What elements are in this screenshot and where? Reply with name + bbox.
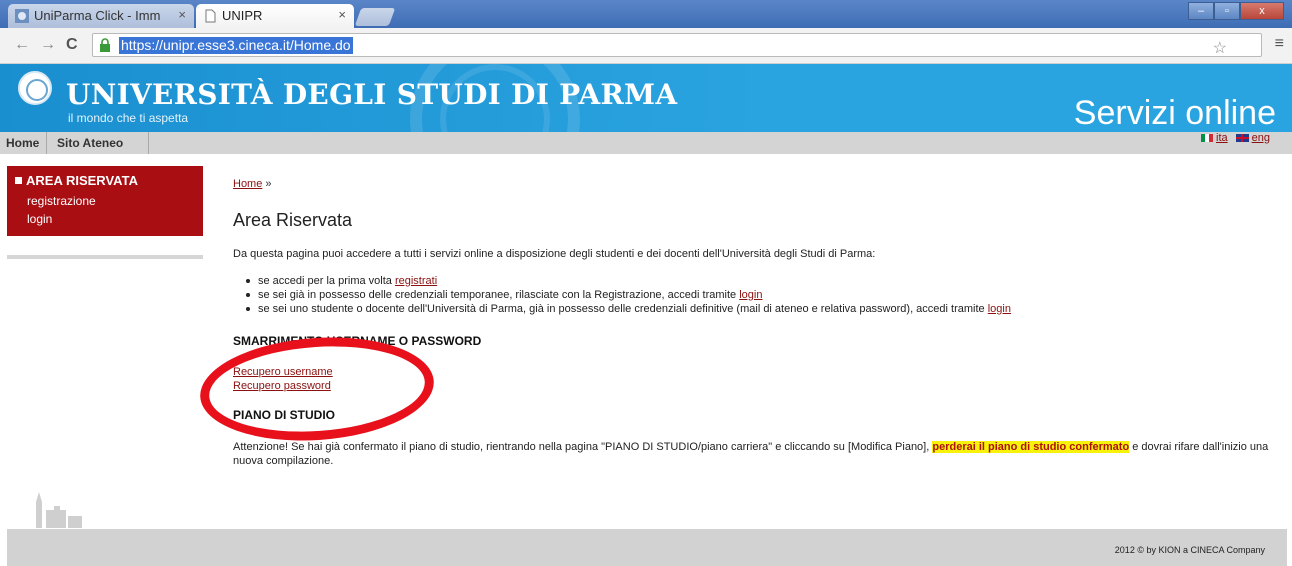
list-item: se sei uno studente o docente dell'Unive… xyxy=(246,303,1011,315)
menu-icon[interactable]: ≡ xyxy=(1275,35,1284,53)
services-title: Servizi online xyxy=(1073,94,1276,132)
back-arrow-icon[interactable]: ← xyxy=(14,36,30,54)
list-item: se sei già in possesso delle credenziali… xyxy=(246,288,1011,302)
city-skyline-icon xyxy=(36,492,82,528)
sidebar-reserved-area: AREA RISERVATA registrazione login xyxy=(7,166,203,236)
page-icon xyxy=(205,9,216,23)
uniparma-favicon-icon xyxy=(15,9,29,23)
close-window-button[interactable]: x xyxy=(1240,2,1284,20)
highlighted-warning: perderai il piano di studio confermato xyxy=(932,441,1130,453)
university-seal-logo[interactable] xyxy=(18,71,52,105)
browser-tab-bar: UniParma Click - Imm × UNIPR × – ▫ x xyxy=(0,0,1292,28)
page-footer: 2012 © by KION a CINECA Company xyxy=(7,529,1287,566)
intro-text: Da questa pagina puoi accedere a tutti i… xyxy=(233,248,876,260)
login-link[interactable]: login xyxy=(739,289,762,301)
breadcrumb: Home » xyxy=(233,178,272,190)
browser-toolbar: ← → C https://unipr.esse3.cineca.it/Home… xyxy=(0,28,1292,64)
square-bullet-icon xyxy=(15,177,22,184)
breadcrumb-separator: » xyxy=(265,178,272,190)
minimize-button[interactable]: – xyxy=(1188,2,1214,20)
nav-sito-ateneo[interactable]: Sito Ateneo xyxy=(57,136,123,150)
study-plan-warning: Attenzione! Se hai già confermato il pia… xyxy=(233,441,1269,467)
tagline: il mondo che ti aspetta xyxy=(68,111,189,125)
language-selector: ita eng xyxy=(1201,132,1270,144)
registrati-link[interactable]: registrati xyxy=(395,275,437,287)
nav-divider xyxy=(46,132,47,154)
sidebar-divider xyxy=(7,255,203,259)
university-name[interactable]: UNIVERSITÀ DEGLI STUDI DI PARMA xyxy=(66,78,677,111)
tab-title: UniParma Click - Imm xyxy=(34,8,161,23)
address-bar[interactable]: https://unipr.esse3.cineca.it/Home.do ☆ xyxy=(92,33,1262,57)
flag-uk-icon xyxy=(1235,134,1249,142)
nav-divider xyxy=(148,132,149,154)
close-tab-icon[interactable]: × xyxy=(338,7,346,22)
url-text[interactable]: https://unipr.esse3.cineca.it/Home.do xyxy=(119,37,353,54)
lock-icon xyxy=(100,38,110,52)
sidebar-title[interactable]: AREA RISERVATA xyxy=(15,173,138,188)
new-tab-button[interactable] xyxy=(354,8,396,26)
forward-arrow-icon[interactable]: → xyxy=(40,36,56,54)
close-tab-icon[interactable]: × xyxy=(178,7,186,22)
window-controls: – ▫ x xyxy=(1188,2,1284,20)
site-navbar: Home Sito Ateneo ita eng xyxy=(0,132,1292,154)
sidebar-item-registrazione[interactable]: registrazione xyxy=(27,194,96,208)
reload-icon[interactable]: C xyxy=(66,36,78,54)
maximize-button[interactable]: ▫ xyxy=(1214,2,1240,20)
login-link[interactable]: login xyxy=(988,303,1011,315)
site-header: UNIVERSITÀ DEGLI STUDI DI PARMA il mondo… xyxy=(0,64,1292,132)
bookmark-star-icon[interactable]: ☆ xyxy=(1213,38,1227,58)
flag-italy-icon xyxy=(1201,134,1214,142)
lang-eng-link[interactable]: eng xyxy=(1252,132,1270,144)
page-title: Area Riservata xyxy=(233,210,353,230)
access-options-list: se accedi per la prima volta registrati … xyxy=(246,274,1011,316)
lang-ita-link[interactable]: ita xyxy=(1216,132,1228,144)
sidebar-item-login[interactable]: login xyxy=(27,212,52,226)
list-item: se accedi per la prima volta registrati xyxy=(246,274,1011,288)
breadcrumb-home-link[interactable]: Home xyxy=(233,178,262,190)
nav-home[interactable]: Home xyxy=(6,136,39,150)
copyright-text: 2012 © by KION a CINECA Company xyxy=(1114,545,1265,555)
tab-unipr[interactable]: UNIPR × xyxy=(196,4,354,28)
tab-uniparma-click[interactable]: UniParma Click - Imm × xyxy=(8,4,194,28)
tab-title: UNIPR xyxy=(222,8,263,23)
